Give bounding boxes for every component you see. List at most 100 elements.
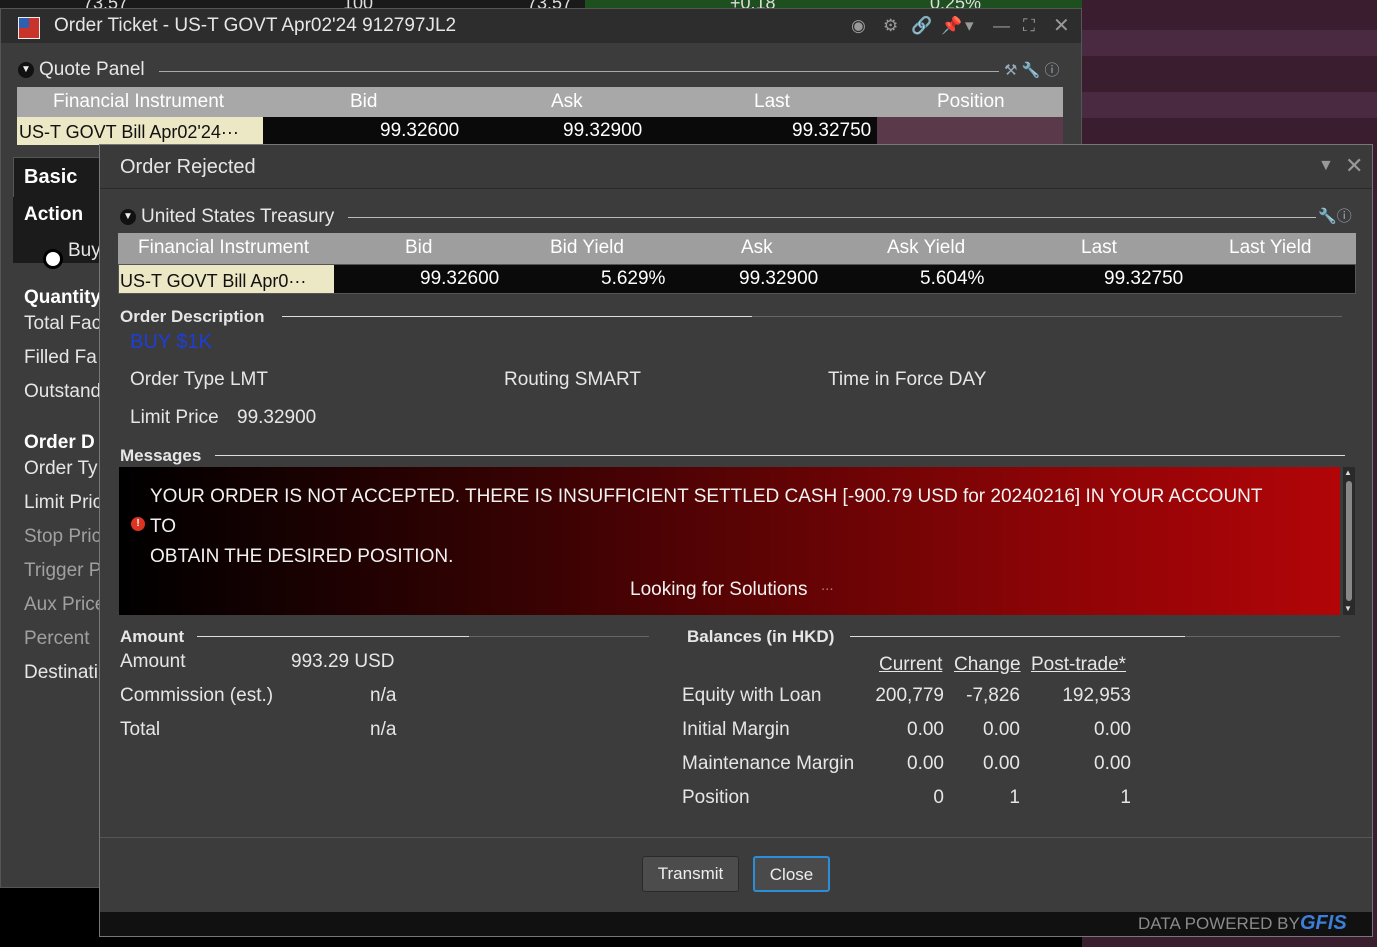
message-line: YOUR ORDER IS NOT ACCEPTED. THERE IS INS… bbox=[150, 486, 1263, 507]
balance-change: 0.00 bbox=[983, 719, 1020, 740]
minimize-icon[interactable]: — bbox=[993, 16, 1010, 36]
column-header-change[interactable]: Change bbox=[954, 654, 1021, 676]
column-header[interactable]: Bid bbox=[405, 237, 432, 259]
balance-current: 0.00 bbox=[907, 753, 944, 774]
divider bbox=[282, 316, 752, 317]
gfis-logo: GFIS bbox=[1300, 912, 1347, 934]
aux-price-label: Aux Price bbox=[24, 594, 106, 615]
chevron-down-icon[interactable]: ▾ bbox=[965, 16, 974, 36]
destination-label: Destinati bbox=[24, 662, 98, 683]
quantity-label: Quantity bbox=[24, 287, 102, 308]
dialog-title-bar[interactable]: Order Rejected ▼ ✕ bbox=[100, 145, 1372, 189]
balance-label: Initial Margin bbox=[682, 719, 790, 740]
error-icon: ! bbox=[131, 517, 145, 531]
background-band bbox=[1082, 30, 1377, 56]
filled-face-label: Filled Fa bbox=[24, 347, 97, 368]
balance-current: 0 bbox=[933, 787, 944, 808]
treasury-table-header: Financial Instrument Bid Bid Yield Ask A… bbox=[118, 233, 1356, 264]
scrollbar-thumb[interactable] bbox=[1346, 481, 1352, 601]
balance-post: 0.00 bbox=[1094, 719, 1131, 740]
column-header[interactable]: Financial Instrument bbox=[53, 91, 224, 113]
routing-value: Routing SMART bbox=[504, 369, 641, 390]
bid-cell[interactable]: 99.32600 bbox=[380, 120, 459, 142]
instrument-cell[interactable]: US-T GOVT Bill Apr0··· bbox=[119, 265, 334, 293]
trigger-label: Trigger P bbox=[24, 560, 102, 581]
wrench-icon[interactable]: 🔧 bbox=[1022, 62, 1041, 79]
bid-yield-cell[interactable]: 5.629% bbox=[601, 268, 665, 290]
chevron-down-icon[interactable]: ▼ bbox=[1318, 157, 1334, 175]
time-in-force-value: Time in Force DAY bbox=[828, 369, 987, 390]
tab-basic[interactable]: Basic bbox=[13, 157, 103, 197]
pin-icon[interactable]: 📌 bbox=[941, 16, 962, 36]
ask-cell[interactable]: 99.32900 bbox=[563, 120, 642, 142]
ticket-title-bar[interactable]: Order Ticket - US-T GOVT Apr02'24 912797… bbox=[1, 9, 1081, 43]
column-header[interactable]: Ask bbox=[551, 91, 583, 113]
amount-value: 993.29 USD bbox=[291, 651, 395, 672]
ask-yield-cell[interactable]: 5.604% bbox=[920, 268, 984, 290]
quote-table-row[interactable]: US-T GOVT Bill Apr02'24··· 99.32600 99.3… bbox=[17, 117, 1063, 145]
app-logo-icon bbox=[18, 17, 40, 39]
last-cell[interactable]: 99.32750 bbox=[1104, 268, 1183, 290]
column-header[interactable]: Financial Instrument bbox=[138, 237, 309, 259]
column-header[interactable]: Last Yield bbox=[1229, 237, 1311, 259]
order-type-value: Order Type LMT bbox=[130, 369, 268, 390]
balance-change: 1 bbox=[1009, 787, 1020, 808]
chat-icon[interactable]: ◉ bbox=[851, 16, 866, 36]
total-label: Total bbox=[120, 719, 161, 740]
balance-current: 0.00 bbox=[907, 719, 944, 740]
balance-change: 0.00 bbox=[983, 753, 1020, 774]
instrument-cell[interactable]: US-T GOVT Bill Apr02'24··· bbox=[17, 117, 263, 145]
wrench-icon[interactable]: 🔧 bbox=[1318, 208, 1337, 225]
close-button[interactable]: Close bbox=[753, 856, 830, 892]
quote-panel-header[interactable]: ▼ Quote Panel bbox=[18, 59, 145, 81]
column-header[interactable]: Last bbox=[1081, 237, 1117, 259]
close-icon[interactable]: ✕ bbox=[1345, 153, 1363, 179]
action-label: Action bbox=[24, 204, 84, 225]
treasury-panel-header[interactable]: ▼ United States Treasury bbox=[120, 206, 334, 228]
ask-cell[interactable]: 99.32900 bbox=[739, 268, 818, 290]
buy-label[interactable]: Buy bbox=[68, 240, 101, 262]
message-line: OBTAIN THE DESIRED POSITION. bbox=[150, 546, 454, 567]
divider bbox=[215, 455, 1345, 456]
column-header[interactable]: Position bbox=[937, 91, 1005, 113]
column-header[interactable]: Ask Yield bbox=[887, 237, 965, 259]
order-summary: BUY $1K bbox=[130, 331, 212, 353]
column-header[interactable]: Ask bbox=[741, 237, 773, 259]
column-header[interactable]: Bid bbox=[350, 91, 377, 113]
buy-radio[interactable] bbox=[43, 249, 63, 269]
treasury-table-row[interactable]: US-T GOVT Bill Apr0··· 99.32600 5.629% 9… bbox=[118, 264, 1356, 294]
close-icon[interactable]: ✕ bbox=[1053, 13, 1070, 38]
quote-panel-tools: ⚒ 🔧 ⓘ bbox=[1004, 59, 1060, 80]
last-cell[interactable]: 99.32750 bbox=[792, 120, 871, 142]
column-header[interactable]: Last bbox=[754, 91, 790, 113]
balance-label: Position bbox=[682, 787, 750, 808]
order-rejected-dialog: Order Rejected ▼ ✕ ▼ United States Treasu… bbox=[99, 144, 1373, 937]
divider bbox=[752, 316, 1342, 317]
gear-icon[interactable]: ⚙ bbox=[883, 16, 898, 36]
column-header-post-trade[interactable]: Post-trade* bbox=[1031, 654, 1126, 676]
maximize-icon[interactable]: ⛶ bbox=[1023, 16, 1035, 36]
collapse-icon[interactable]: ▼ bbox=[120, 208, 136, 225]
column-header[interactable]: Bid Yield bbox=[550, 237, 624, 259]
quote-panel-title: Quote Panel bbox=[39, 59, 145, 80]
bid-cell[interactable]: 99.32600 bbox=[420, 268, 499, 290]
ticket-title: Order Ticket - US-T GOVT Apr02'24 912797… bbox=[54, 15, 457, 36]
message-scrollbar[interactable]: ▲ ▼ bbox=[1343, 467, 1355, 615]
column-header-current[interactable]: Current bbox=[879, 654, 942, 676]
transmit-button[interactable]: Transmit bbox=[642, 856, 739, 892]
divider bbox=[469, 636, 649, 637]
limit-price-label: Limit Price bbox=[130, 407, 219, 428]
balance-post: 1 bbox=[1120, 787, 1131, 808]
scroll-up-icon[interactable]: ▲ bbox=[1344, 468, 1352, 477]
help-icon[interactable]: ⓘ bbox=[1044, 62, 1059, 79]
total-face-label: Total Fac bbox=[24, 313, 102, 334]
amount-label: Amount bbox=[120, 651, 186, 672]
collapse-icon[interactable]: ▼ bbox=[18, 61, 34, 78]
help-icon[interactable]: ⓘ bbox=[1337, 208, 1352, 225]
tools-icon[interactable]: ⚒ bbox=[1004, 62, 1017, 79]
link-icon[interactable]: 🔗 bbox=[911, 16, 932, 36]
divider bbox=[348, 217, 1316, 218]
stop-price-label: Stop Pric bbox=[24, 526, 102, 547]
balance-post: 192,953 bbox=[1062, 685, 1131, 706]
scroll-down-icon[interactable]: ▼ bbox=[1344, 604, 1352, 613]
